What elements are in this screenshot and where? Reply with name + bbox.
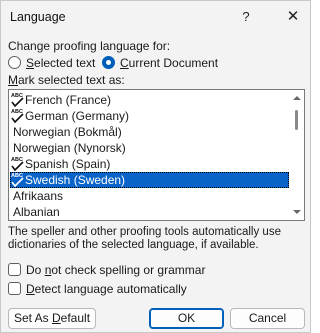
info-text: The speller and other proofing tools aut… (8, 226, 281, 251)
detect-language-label[interactable]: Detect language automatically (26, 282, 187, 296)
scrollbar-thumb[interactable] (295, 110, 298, 130)
language-label: Norwegian (Nynorsk) (13, 141, 126, 155)
language-listbox[interactable]: ABC French (France) ABC German (Germany) Nor… (8, 89, 305, 221)
ok-button[interactable]: OK (149, 308, 224, 329)
svg-text:ABC: ABC (11, 157, 23, 163)
language-label: Afrikaans (13, 189, 64, 203)
scroll-down-icon[interactable] (291, 207, 303, 217)
language-list-item[interactable]: ABC Spanish (Spain) (10, 156, 289, 172)
radio-current-document-label[interactable]: Current Document (120, 56, 218, 70)
radio-selected-text-button[interactable] (8, 56, 21, 69)
language-list-item[interactable]: Norwegian (Bokmål) (10, 124, 289, 140)
svg-text:ABC: ABC (11, 109, 23, 115)
language-label: Albanian (13, 205, 60, 219)
title-bar: Language ? ✕ (1, 1, 310, 34)
no-spelling-label[interactable]: Do not check spelling or grammar (26, 263, 205, 277)
dialog-title: Language (10, 10, 66, 24)
proofing-heading: Change proofing language for: (8, 39, 171, 53)
svg-text:ABC: ABC (11, 93, 23, 99)
spelling-check-icon: ABC (11, 91, 25, 108)
language-list-item[interactable]: ABC Swedish (Sweden) (10, 172, 289, 188)
cancel-button[interactable]: Cancel (230, 308, 305, 329)
language-label: French (France) (25, 93, 112, 107)
radio-selected-text-label[interactable]: Selected text (26, 56, 95, 70)
spelling-check-icon: ABC (11, 155, 25, 172)
language-list-item[interactable]: Albanian (10, 204, 289, 220)
scroll-up-icon[interactable] (291, 93, 303, 103)
language-list-item[interactable]: ABC German (Germany) (10, 108, 289, 124)
help-button[interactable]: ? (233, 5, 259, 29)
close-button[interactable]: ✕ (280, 5, 306, 29)
language-label: German (Germany) (25, 109, 130, 123)
set-as-default-button[interactable]: Set As Default (8, 308, 96, 329)
svg-text:ABC: ABC (11, 173, 23, 179)
spelling-check-icon: ABC (11, 171, 25, 188)
language-list-item[interactable]: Afrikaans (10, 188, 289, 204)
spelling-check-icon: ABC (11, 107, 25, 124)
language-label: Norwegian (Bokmål) (13, 125, 122, 139)
no-spelling-checkbox[interactable] (8, 263, 21, 276)
language-label: Swedish (Sweden) (25, 173, 126, 187)
mark-selected-label: Mark selected text as: (8, 73, 125, 87)
language-dialog: Language ? ✕ Change proofing language fo… (0, 0, 311, 333)
radio-current-document-button[interactable] (102, 56, 115, 69)
language-label: Spanish (Spain) (25, 157, 111, 171)
language-list-item[interactable]: Norwegian (Nynorsk) (10, 140, 289, 156)
detect-language-checkbox[interactable] (8, 282, 21, 295)
language-list-item[interactable]: ABC French (France) (10, 92, 289, 108)
